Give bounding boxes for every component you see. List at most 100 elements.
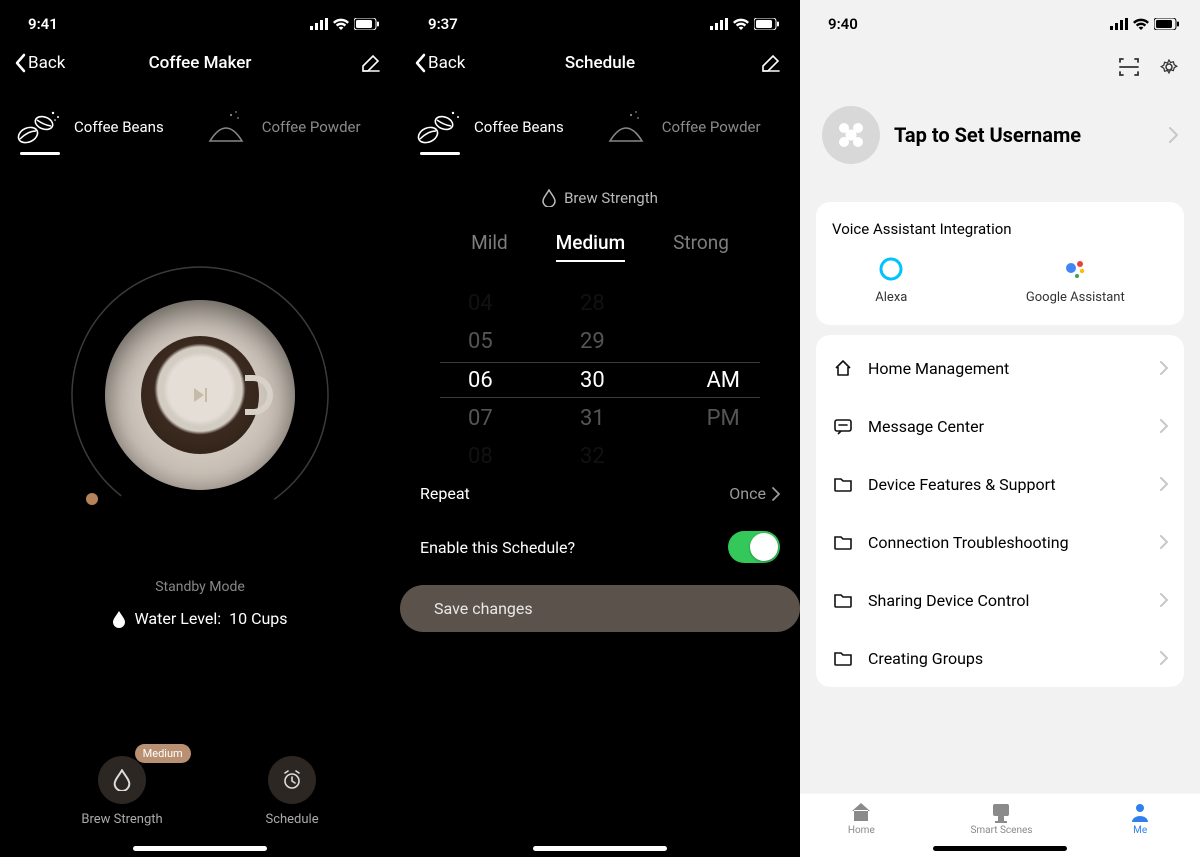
play-button[interactable] <box>182 377 218 413</box>
row-sharing[interactable]: Sharing Device Control <box>816 571 1184 629</box>
home-icon <box>849 801 873 823</box>
cellular-icon <box>310 18 328 30</box>
tab-me[interactable]: Me <box>1128 801 1152 836</box>
brew-strength-action[interactable]: Medium Brew Strength <box>81 756 162 827</box>
picker-mins[interactable]: 28 29 30 31 32 <box>580 290 605 470</box>
edit-button[interactable] <box>760 52 782 74</box>
picker-min-opt[interactable]: 31 <box>580 405 605 431</box>
bottom-actions: Medium Brew Strength Schedule <box>0 756 400 827</box>
assistant-google[interactable]: Google Assistant <box>1026 256 1125 305</box>
save-changes-button[interactable]: Save changes <box>400 585 800 632</box>
tab-coffee-powder[interactable]: Coffee Powder <box>200 106 361 148</box>
picker-hours[interactable]: 04 05 06 07 08 <box>468 290 493 470</box>
status-icons <box>1110 18 1180 30</box>
folder-icon <box>832 589 854 611</box>
picker-hour-opt[interactable]: 05 <box>468 328 493 354</box>
wifi-icon <box>1132 18 1150 30</box>
tab-home[interactable]: Home <box>848 801 875 836</box>
edit-button[interactable] <box>360 52 382 74</box>
wifi-icon <box>732 18 750 30</box>
back-button[interactable]: Back <box>14 53 65 73</box>
scan-button[interactable] <box>1118 56 1140 78</box>
repeat-value: Once <box>729 484 766 503</box>
row-sharing-label: Sharing Device Control <box>868 591 1146 610</box>
schedule-action[interactable]: Schedule <box>265 756 318 827</box>
row-home-management[interactable]: Home Management <box>816 339 1184 397</box>
folder-icon <box>832 647 854 669</box>
alexa-icon <box>878 256 904 282</box>
back-button[interactable]: Back <box>414 53 465 73</box>
settings-button[interactable] <box>1158 56 1180 78</box>
coffee-dial[interactable] <box>50 245 350 545</box>
coffee-cup-icon <box>105 300 295 490</box>
profile-row[interactable]: Tap to Set Username <box>818 96 1182 192</box>
person-icon <box>1128 801 1152 823</box>
chevron-right-icon <box>1160 419 1168 433</box>
nav-bar: Back Schedule <box>400 44 800 88</box>
assistant-google-label: Google Assistant <box>1026 290 1125 305</box>
tab-me-label: Me <box>1133 825 1147 836</box>
strength-strong[interactable]: Strong <box>673 231 729 262</box>
screen-coffee-maker: 9:41 Back Coffee Maker Coffee Beans Co <box>0 0 400 857</box>
tab-smart-scenes[interactable]: Smart Scenes <box>970 801 1032 836</box>
chevron-right-icon <box>1160 535 1168 549</box>
scan-icon <box>1118 56 1140 78</box>
cellular-icon <box>710 18 728 30</box>
battery-icon <box>1154 18 1180 30</box>
dial-knob[interactable] <box>86 493 98 505</box>
cellular-icon <box>1110 18 1128 30</box>
screen-schedule: 9:37 Back Schedule Coffee Beans Coffee <box>400 0 800 857</box>
tab-coffee-powder-label: Coffee Powder <box>662 118 761 136</box>
status-bar: 9:40 <box>800 0 1200 44</box>
tab-coffee-powder[interactable]: Coffee Powder <box>600 106 761 148</box>
strength-mild[interactable]: Mild <box>471 231 508 262</box>
picker-min-opt[interactable]: 29 <box>580 328 605 354</box>
avatar <box>822 106 880 164</box>
row-groups[interactable]: Creating Groups <box>816 629 1184 687</box>
picker-ampm-selected[interactable]: AM <box>706 367 740 393</box>
brew-strength-badge: Medium <box>135 744 191 763</box>
picker-hour-opt[interactable]: 08 <box>468 444 493 470</box>
pencil-icon <box>360 52 382 74</box>
row-troubleshooting-label: Connection Troubleshooting <box>868 533 1146 552</box>
row-device-features[interactable]: Device Features & Support <box>816 455 1184 513</box>
repeat-label: Repeat <box>420 484 470 503</box>
time-picker[interactable]: 04 05 06 07 08 28 29 30 31 32 · · AM PM … <box>420 290 780 470</box>
tab-coffee-beans[interactable]: Coffee Beans <box>12 106 164 148</box>
picker-ampm[interactable]: · · AM PM · <box>706 290 740 470</box>
home-indicator[interactable] <box>933 846 1067 851</box>
status-bar: 9:37 <box>400 0 800 44</box>
home-indicator[interactable] <box>533 846 667 851</box>
row-message-center[interactable]: Message Center <box>816 397 1184 455</box>
google-assistant-icon <box>1062 256 1088 282</box>
water-level: Water Level: 10 Cups <box>0 609 400 628</box>
picker-min-opt[interactable]: 28 <box>580 290 605 316</box>
voice-assistant-title: Voice Assistant Integration <box>816 206 1184 250</box>
row-groups-label: Creating Groups <box>868 649 1146 668</box>
brew-strength-label: Brew Strength <box>564 189 658 207</box>
tab-coffee-beans[interactable]: Coffee Beans <box>412 106 564 148</box>
water-drop-icon <box>112 610 126 628</box>
picker-min-selected[interactable]: 30 <box>580 367 605 393</box>
picker-hour-selected[interactable]: 06 <box>468 367 493 393</box>
chevron-right-icon <box>1160 593 1168 607</box>
chevron-right-icon <box>1169 127 1178 143</box>
strength-medium[interactable]: Medium <box>556 231 625 262</box>
picker-hour-opt[interactable]: 04 <box>468 290 493 316</box>
assistant-alexa[interactable]: Alexa <box>875 256 907 305</box>
clock: 9:41 <box>28 15 58 33</box>
coffee-powder-icon <box>200 106 252 148</box>
schedule-label: Schedule <box>265 812 318 827</box>
row-message-center-label: Message Center <box>868 417 1146 436</box>
coffee-beans-icon <box>12 106 64 148</box>
repeat-row[interactable]: Repeat Once <box>400 470 800 517</box>
row-troubleshooting[interactable]: Connection Troubleshooting <box>816 513 1184 571</box>
tab-coffee-beans-label: Coffee Beans <box>474 118 564 136</box>
picker-hour-opt[interactable]: 07 <box>468 405 493 431</box>
home-indicator[interactable] <box>133 846 267 851</box>
back-label: Back <box>28 53 65 73</box>
picker-min-opt[interactable]: 32 <box>580 444 605 470</box>
picker-ampm-opt[interactable]: PM <box>707 405 740 431</box>
enable-schedule-toggle[interactable] <box>728 531 780 563</box>
wifi-icon <box>332 18 350 30</box>
